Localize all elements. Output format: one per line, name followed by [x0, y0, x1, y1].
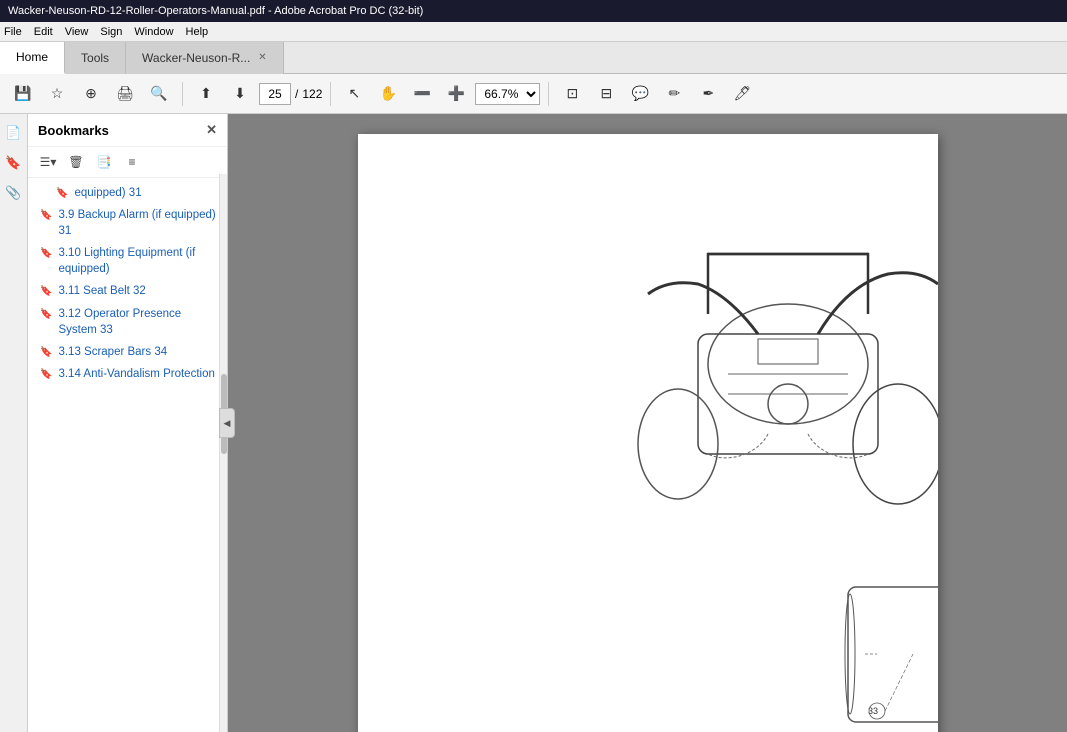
tab-tools-label: Tools	[81, 51, 109, 65]
comment-button[interactable]: 💬	[625, 80, 655, 108]
next-page-button[interactable]: ⬇	[225, 80, 255, 108]
sidebar-header: Bookmarks ✕	[28, 114, 227, 147]
sidebar-title: Bookmarks	[38, 123, 109, 138]
highlight-button[interactable]: ✏	[659, 80, 689, 108]
menu-help[interactable]: Help	[186, 26, 209, 38]
tab-document[interactable]: Wacker-Neuson-R... ✕	[126, 42, 284, 74]
tab-home-label: Home	[16, 50, 48, 64]
sidebar-toolbar: ☰▾ 🗑 📑 ≡	[28, 147, 227, 178]
zoom-in-button[interactable]: ➕	[441, 80, 471, 108]
page-total: 122	[302, 87, 322, 101]
bookmark-button[interactable]: ☆	[42, 80, 72, 108]
sidebar-content: 🔖 equipped) 31 🔖 3.9 Backup Alarm (if eq…	[28, 178, 227, 732]
bookmark-flag-icon-6: 🔖	[40, 346, 52, 360]
menu-edit[interactable]: Edit	[34, 26, 53, 38]
bookmark-delete-button[interactable]: 🗑	[64, 151, 88, 173]
bookmark-item-backup-alarm[interactable]: 🔖 3.9 Backup Alarm (if equipped) 31	[28, 204, 227, 242]
bookmark-label-operator-presence: 3.12 Operator Presence System 33	[58, 306, 219, 338]
bookmark-flag-icon-4: 🔖	[40, 285, 52, 299]
tab-home[interactable]: Home	[0, 42, 65, 74]
bookmark-expand-button[interactable]: ≡	[120, 151, 144, 173]
print-button[interactable]: 🖨	[110, 80, 140, 108]
separator-3	[548, 82, 549, 106]
zoom-out-button[interactable]: ➖	[407, 80, 437, 108]
pdf-page: 9 34 3 39 31 3 10 15 40	[358, 134, 938, 732]
tab-document-label: Wacker-Neuson-R...	[142, 51, 250, 65]
zoom-select[interactable]: 66.7% 50% 75% 100% 125% 150%	[475, 83, 540, 105]
draw-button[interactable]: ✒	[693, 80, 723, 108]
bookmarks-icon[interactable]: 🔖	[3, 152, 25, 174]
menu-file[interactable]: File	[4, 26, 22, 38]
bookmark-flag-icon-5: 🔖	[40, 308, 52, 322]
bookmark-flag-icon: 🔖	[56, 187, 68, 201]
bookmark-label-backup-alarm: 3.9 Backup Alarm (if equipped) 31	[58, 207, 219, 239]
menu-window[interactable]: Window	[134, 26, 173, 38]
title-text: Wacker-Neuson-RD-12-Roller-Operators-Man…	[8, 5, 423, 17]
pan-button[interactable]: ✋	[373, 80, 403, 108]
title-bar: Wacker-Neuson-RD-12-Roller-Operators-Man…	[0, 0, 1067, 22]
lower-exploded-diagram	[845, 587, 938, 724]
upper-machine-group	[638, 254, 938, 504]
signature-button[interactable]: 🖊	[727, 80, 757, 108]
select-button[interactable]: ↖	[339, 80, 369, 108]
pages-icon[interactable]: 📄	[3, 122, 25, 144]
bookmark-label-scraper-bars: 3.13 Scraper Bars 34	[58, 344, 219, 360]
prev-page-button[interactable]: ⬆	[191, 80, 221, 108]
attach-button[interactable]: ⊕	[76, 80, 106, 108]
bookmark-label-equipped31: equipped) 31	[74, 185, 219, 201]
tab-bar: Home Tools Wacker-Neuson-R... ✕	[0, 42, 1067, 74]
bookmark-label-anti-vandalism: 3.14 Anti-Vandalism Protection	[58, 366, 219, 382]
main-area: 📄 🔖 📎 Bookmarks ✕ ☰▾ 🗑 📑 ≡ 🔖 equipped)	[0, 114, 1067, 732]
attachments-icon[interactable]: 📎	[3, 182, 25, 204]
parts-diagram: 9 34 3 39 31 3 10 15 40	[358, 134, 938, 732]
bookmark-item-seat-belt[interactable]: 🔖 3.11 Seat Belt 32	[28, 280, 227, 302]
bookmark-item-scraper-bars[interactable]: 🔖 3.13 Scraper Bars 34	[28, 341, 227, 363]
bookmark-item-operator-presence[interactable]: 🔖 3.12 Operator Presence System 33	[28, 303, 227, 341]
page-navigation: / 122	[259, 83, 322, 105]
bookmark-label-lighting: 3.10 Lighting Equipment (if equipped)	[58, 245, 219, 277]
tab-tools[interactable]: Tools	[65, 42, 126, 74]
sidebar-scrollbar[interactable]	[219, 174, 227, 732]
tab-close-icon[interactable]: ✕	[258, 52, 266, 63]
page-input[interactable]	[259, 83, 291, 105]
bookmark-item-anti-vandalism[interactable]: 🔖 3.14 Anti-Vandalism Protection	[28, 363, 227, 385]
separator-2	[330, 82, 331, 106]
bookmark-flag-icon-3: 🔖	[40, 247, 52, 261]
fit-page-button[interactable]: ⊡	[557, 80, 587, 108]
sidebar: Bookmarks ✕ ☰▾ 🗑 📑 ≡ 🔖 equipped) 31 🔖	[28, 114, 228, 732]
bookmark-flag-icon-7: 🔖	[40, 368, 52, 382]
left-icon-panel: 📄 🔖 📎	[0, 114, 28, 732]
sidebar-header-icons: ✕	[206, 122, 217, 138]
bookmark-item-equipped31[interactable]: 🔖 equipped) 31	[28, 182, 227, 204]
menu-view[interactable]: View	[65, 26, 89, 38]
sidebar-close-icon[interactable]: ✕	[206, 122, 217, 138]
bookmark-flag-icon-2: 🔖	[40, 209, 52, 223]
fit-width-button[interactable]: ⊟	[591, 80, 621, 108]
save-button[interactable]: 💾	[8, 80, 38, 108]
bookmark-dropdown-button[interactable]: ☰▾	[36, 151, 60, 173]
separator-1	[182, 82, 183, 106]
menu-sign[interactable]: Sign	[100, 26, 122, 38]
page-separator: /	[295, 87, 298, 101]
find-button[interactable]: 🔍	[144, 80, 174, 108]
toolbar: 💾 ☆ ⊕ 🖨 🔍 ⬆ ⬇ / 122 ↖ ✋ ➖ ➕ 66.7% 50% 75…	[0, 74, 1067, 114]
menu-bar: File Edit View Sign Window Help	[0, 22, 1067, 42]
pdf-viewer[interactable]: 9 34 3 39 31 3 10 15 40	[228, 114, 1067, 732]
sidebar-collapse-handle[interactable]: ◀	[219, 408, 235, 438]
bookmark-new-button[interactable]: 📑	[92, 151, 116, 173]
bookmark-item-lighting[interactable]: 🔖 3.10 Lighting Equipment (if equipped)	[28, 242, 227, 280]
bookmark-label-seat-belt: 3.11 Seat Belt 32	[58, 283, 219, 299]
